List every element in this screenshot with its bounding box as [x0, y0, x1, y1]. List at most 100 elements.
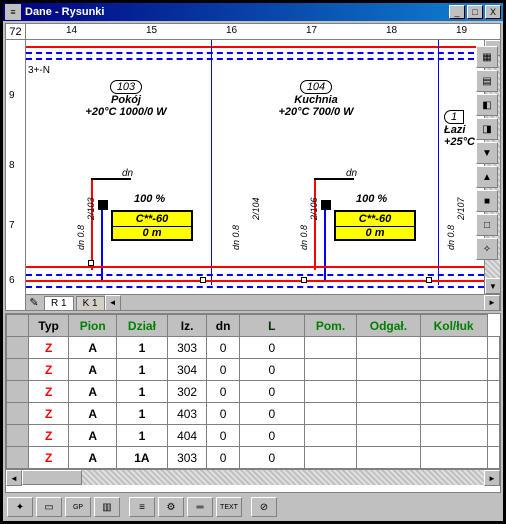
table-row[interactable]: ZA140300: [7, 403, 500, 425]
col-l[interactable]: L: [239, 315, 304, 337]
table-cell[interactable]: Z: [29, 337, 69, 359]
table-cell[interactable]: [487, 447, 499, 469]
table-cell[interactable]: [357, 359, 420, 381]
table-cell[interactable]: [304, 425, 356, 447]
table-cell[interactable]: 302: [167, 381, 207, 403]
table-cell[interactable]: [357, 381, 420, 403]
row-header[interactable]: [7, 359, 29, 381]
table-cell[interactable]: A: [69, 337, 117, 359]
table-cell[interactable]: 0: [239, 337, 304, 359]
scroll-track[interactable]: [82, 470, 484, 485]
table-cell[interactable]: 404: [167, 425, 207, 447]
table-cell[interactable]: [487, 425, 499, 447]
table-cell[interactable]: Z: [29, 359, 69, 381]
tool-palette-6[interactable]: ▲: [476, 166, 498, 188]
table-cell[interactable]: 0: [207, 337, 239, 359]
table-cell[interactable]: A: [69, 381, 117, 403]
tool-palette-8[interactable]: □: [476, 214, 498, 236]
tool-palette-1[interactable]: ▦: [476, 46, 498, 68]
table-cell[interactable]: Z: [29, 403, 69, 425]
tool-palette-2[interactable]: ▤: [476, 70, 498, 92]
row-header[interactable]: [7, 425, 29, 447]
table-cell[interactable]: A: [69, 447, 117, 469]
close-button[interactable]: X: [485, 5, 501, 19]
table-cell[interactable]: 1A: [117, 447, 168, 469]
table-cell[interactable]: Z: [29, 447, 69, 469]
tool-text[interactable]: TEXT: [216, 497, 242, 517]
tool-palette-4[interactable]: ◨: [476, 118, 498, 140]
table-cell[interactable]: 304: [167, 359, 207, 381]
row-header[interactable]: [7, 381, 29, 403]
table-cell[interactable]: [304, 381, 356, 403]
minimize-button[interactable]: _: [449, 5, 465, 19]
break-handle[interactable]: [200, 277, 206, 283]
scroll-thumb[interactable]: [22, 470, 82, 485]
table-cell[interactable]: [420, 359, 487, 381]
col-kolluk[interactable]: Kol/łuk: [420, 315, 487, 337]
tool-palette-7[interactable]: ■: [476, 190, 498, 212]
table-cell[interactable]: 0: [239, 425, 304, 447]
table-cell[interactable]: [304, 403, 356, 425]
table-cell[interactable]: [357, 337, 420, 359]
table-cell[interactable]: [420, 425, 487, 447]
ruler-corner[interactable]: 72: [6, 24, 26, 39]
table-cell[interactable]: 303: [167, 447, 207, 469]
tool-tab-view[interactable]: ▥: [94, 497, 120, 517]
table-row[interactable]: ZA1A30300: [7, 447, 500, 469]
table-cell[interactable]: 1: [117, 359, 168, 381]
tool-palette-5[interactable]: ▼: [476, 142, 498, 164]
table-cell[interactable]: [304, 359, 356, 381]
table-cell[interactable]: 1: [117, 403, 168, 425]
table-cell[interactable]: 0: [239, 447, 304, 469]
table-cell[interactable]: 0: [207, 447, 239, 469]
table-cell[interactable]: [357, 403, 420, 425]
table-cell[interactable]: 0: [239, 403, 304, 425]
table-cell[interactable]: 0: [207, 403, 239, 425]
tool-palette-9[interactable]: ✧: [476, 238, 498, 260]
table-cell[interactable]: [420, 403, 487, 425]
col-pion[interactable]: Pion: [69, 315, 117, 337]
tool-fittings[interactable]: ⚙: [158, 497, 184, 517]
table-row[interactable]: ZA140400: [7, 425, 500, 447]
table-cell[interactable]: [487, 359, 499, 381]
table-horizontal-scrollbar[interactable]: ◄ ►: [6, 469, 500, 485]
table-cell[interactable]: [304, 447, 356, 469]
scroll-down-button[interactable]: ▼: [485, 278, 500, 294]
tool-palette-3[interactable]: ◧: [476, 94, 498, 116]
tool-pipes[interactable]: ═: [187, 497, 213, 517]
tool-nosign[interactable]: ⊘: [251, 497, 277, 517]
table-cell[interactable]: [304, 337, 356, 359]
scroll-right-button[interactable]: ►: [484, 470, 500, 486]
tool-align[interactable]: ≡: [129, 497, 155, 517]
sheet-icon[interactable]: ✎: [26, 296, 42, 310]
table-cell[interactable]: 0: [239, 381, 304, 403]
table-cell[interactable]: 403: [167, 403, 207, 425]
scroll-left-button[interactable]: ◄: [105, 295, 121, 311]
table-cell[interactable]: [487, 381, 499, 403]
table-cell[interactable]: [420, 447, 487, 469]
scroll-left-button[interactable]: ◄: [6, 470, 22, 486]
table-cell[interactable]: 0: [207, 425, 239, 447]
col-odgal[interactable]: Odgał.: [357, 315, 420, 337]
vertical-ruler[interactable]: 9 8 7 6: [6, 40, 26, 310]
table-cell[interactable]: A: [69, 359, 117, 381]
table-cell[interactable]: [487, 337, 499, 359]
drawing-canvas[interactable]: 3+-N 103 Pokój +20°C 1000/0 W 104 Kuchn: [26, 40, 484, 294]
table-cell[interactable]: [487, 403, 499, 425]
row-header[interactable]: [7, 447, 29, 469]
table-cell[interactable]: 0: [207, 381, 239, 403]
table-row[interactable]: ZA130300: [7, 337, 500, 359]
table-cell[interactable]: [357, 425, 420, 447]
tool-tab-properties[interactable]: ✦: [7, 497, 33, 517]
tool-tab-layers[interactable]: ▭: [36, 497, 62, 517]
horizontal-ruler[interactable]: 72 14 15 16 17 18 19: [6, 24, 500, 40]
maximize-button[interactable]: □: [467, 5, 483, 19]
table-cell[interactable]: 1: [117, 381, 168, 403]
table-cell[interactable]: 0: [207, 359, 239, 381]
table-cell[interactable]: A: [69, 425, 117, 447]
tool-tab-gp[interactable]: GP: [65, 497, 91, 517]
radiator[interactable]: C**-60 0 m: [334, 210, 416, 241]
scroll-right-button[interactable]: ►: [484, 295, 500, 311]
sheet-tab[interactable]: K 1: [76, 296, 105, 310]
break-handle[interactable]: [426, 277, 432, 283]
